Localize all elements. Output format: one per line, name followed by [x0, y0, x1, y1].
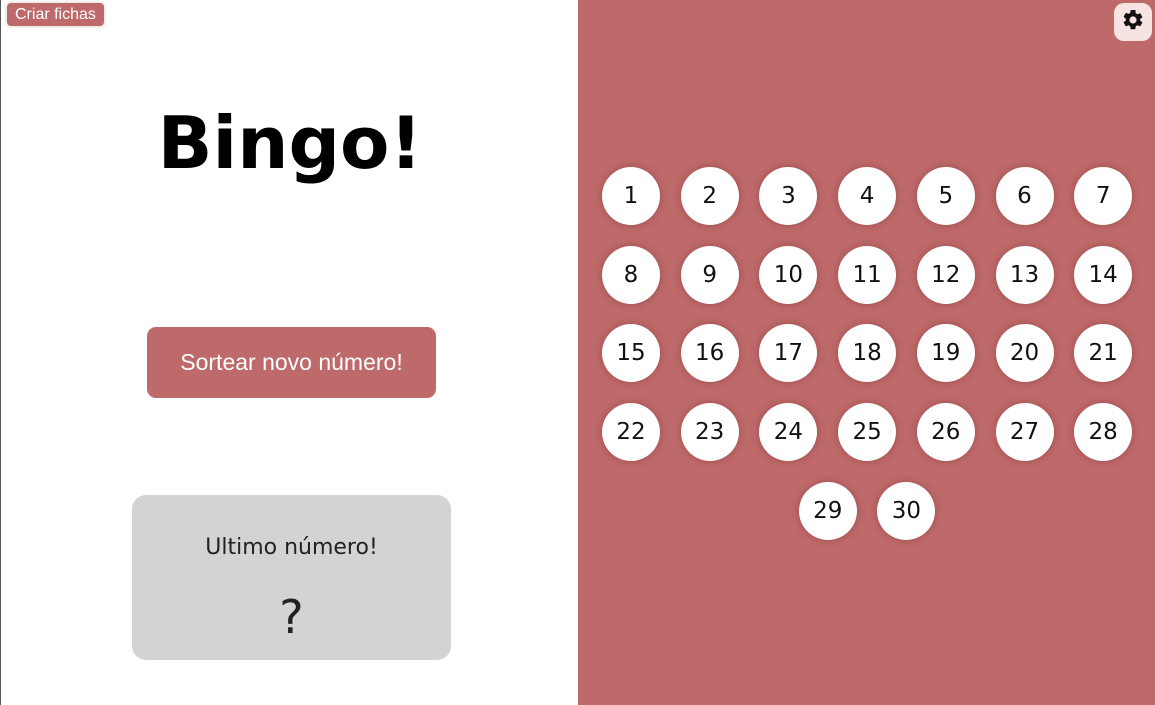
number-ball[interactable]: 18 — [838, 324, 897, 383]
number-ball[interactable]: 3 — [759, 167, 818, 225]
number-ball[interactable]: 13 — [995, 245, 1054, 304]
number-ball[interactable]: 21 — [1074, 324, 1133, 383]
left-panel: Criar fichas Bingo! Sortear novo número!… — [0, 0, 578, 705]
number-ball[interactable]: 2 — [680, 167, 739, 225]
number-ball[interactable]: 16 — [680, 324, 739, 383]
number-board: 1 2 3 4 5 6 7 8 9 10 11 12 13 14 15 16 17 18 19 20 21 22 23 24 2… — [578, 0, 1155, 705]
number-ball[interactable]: 1 — [602, 167, 660, 225]
last-number-card: Ultimo número! ? — [132, 495, 451, 660]
number-ball[interactable]: 8 — [602, 245, 660, 304]
page: Criar fichas Bingo! Sortear novo número!… — [0, 0, 1155, 705]
criar-fichas-button[interactable]: Criar fichas — [7, 3, 104, 26]
number-ball[interactable]: 27 — [995, 403, 1054, 462]
number-ball[interactable]: 9 — [680, 245, 739, 304]
number-ball[interactable]: 6 — [995, 167, 1054, 225]
last-number-label: Ultimo número! — [205, 535, 378, 560]
number-ball[interactable]: 30 — [877, 481, 936, 540]
number-ball[interactable]: 29 — [798, 481, 857, 540]
number-ball[interactable]: 7 — [1074, 167, 1133, 225]
number-ball[interactable]: 10 — [759, 245, 818, 304]
number-ball[interactable]: 19 — [916, 324, 975, 383]
gear-icon — [1121, 8, 1145, 37]
number-ball[interactable]: 24 — [759, 403, 818, 462]
page-title: Bingo! — [157, 101, 423, 185]
number-ball[interactable]: 11 — [838, 245, 897, 304]
number-ball[interactable]: 26 — [916, 403, 975, 462]
number-ball[interactable]: 28 — [1074, 403, 1133, 462]
number-ball[interactable]: 17 — [759, 324, 818, 383]
number-ball[interactable]: 25 — [838, 403, 897, 462]
number-ball[interactable]: 12 — [916, 245, 975, 304]
settings-button[interactable] — [1114, 3, 1152, 41]
number-ball[interactable]: 23 — [680, 403, 739, 462]
number-ball[interactable]: 22 — [602, 403, 660, 462]
draw-number-button[interactable]: Sortear novo número! — [147, 327, 436, 398]
number-ball[interactable]: 14 — [1074, 245, 1133, 304]
last-number-value: ? — [279, 590, 304, 644]
number-ball[interactable]: 4 — [838, 167, 897, 225]
number-ball[interactable]: 20 — [995, 324, 1054, 383]
number-ball[interactable]: 15 — [602, 324, 660, 383]
number-ball[interactable]: 5 — [916, 167, 975, 225]
